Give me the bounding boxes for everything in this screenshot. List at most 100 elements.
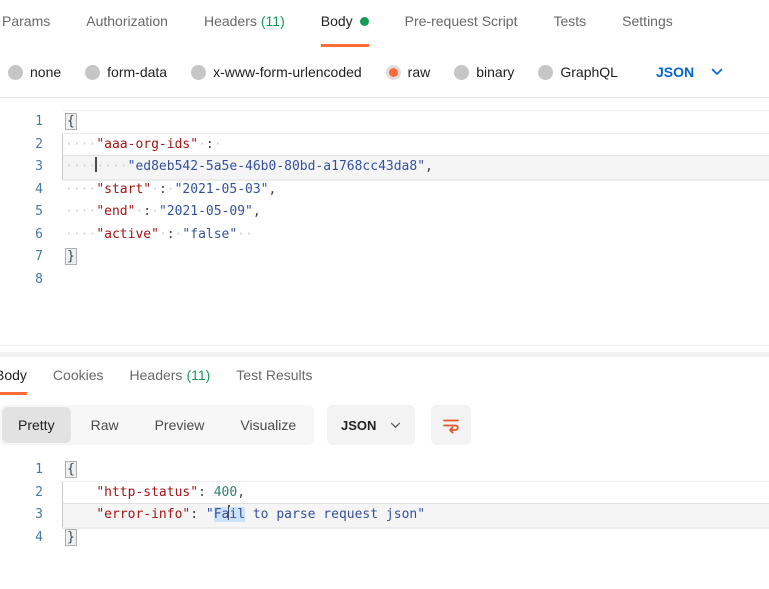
token-num: 400 — [213, 484, 238, 500]
token-ws: · — [198, 136, 206, 152]
code-line-4[interactable]: 4} — [0, 526, 769, 550]
tab-label: Body — [0, 367, 27, 383]
request-editor-bottom-border — [0, 345, 769, 346]
token-brace: } — [65, 528, 77, 546]
code-line-2[interactable]: 2 "http-status": 400, — [0, 481, 769, 504]
code-line-3[interactable]: 3 ········"ed8eb542-5a5e-46b0-80bd-a1768c… — [0, 156, 769, 179]
view-mode-pretty[interactable]: Pretty — [2, 407, 71, 443]
code-line-4[interactable]: 4 ····"start"·:·"2021-05-03", — [0, 178, 769, 202]
token-sp — [65, 485, 96, 500]
code-line-8[interactable]: 8 — [0, 268, 769, 291]
token-ws: · — [151, 181, 159, 197]
tab-label: Pre-request Script — [404, 13, 518, 29]
tab-label: Cookies — [52, 367, 104, 383]
code-content: ····"start"·:·"2021-05-03", — [62, 179, 769, 202]
view-mode-preview[interactable]: Preview — [139, 407, 221, 443]
view-mode-visualize[interactable]: Visualize — [224, 407, 312, 443]
line-number: 6 — [0, 223, 62, 246]
response-toolbar: Pretty Raw Preview Visualize JSON — [0, 405, 769, 445]
token-punct: : — [166, 226, 175, 242]
token-key: "active" — [96, 226, 159, 242]
radio-graphql[interactable]: GraphQL — [538, 64, 618, 80]
wrap-text-button[interactable] — [431, 405, 472, 445]
radio-binary[interactable]: binary — [454, 64, 514, 80]
tab-label: Body — [320, 13, 353, 29]
token-brace: } — [65, 248, 77, 265]
code-content: ····"active"·:·"false"·· — [62, 224, 769, 247]
view-mode-label: Visualize — [240, 417, 297, 433]
code-line-3[interactable]: 3 "error-info": "Fail to parse request j… — [0, 504, 769, 527]
code-line-7[interactable]: 7} — [0, 246, 769, 269]
line-number: 2 — [0, 133, 62, 156]
token-punct: , — [268, 181, 277, 197]
request-body-editor[interactable]: 1{2 ····"aaa-org-ids"·:· 3 ········"ed8eb54… — [0, 98, 769, 291]
token-punct: : — [143, 204, 152, 219]
token-ws: · — [213, 136, 222, 152]
code-content: "http-status": 400, — [62, 481, 769, 504]
headers-count: (11) — [260, 13, 285, 29]
code-line-1[interactable]: 1{ — [0, 111, 769, 134]
response-tab-headers[interactable]: Headers (11) — [130, 367, 211, 395]
token-str: " — [205, 507, 214, 522]
radio-circle — [85, 64, 101, 80]
token-punct: : — [198, 484, 206, 500]
response-tabs: Body Cookies Headers(11) Test Results — [0, 364, 769, 395]
tab-authorization[interactable]: Authorization — [86, 13, 168, 47]
token-ws: · — [151, 204, 159, 219]
token-ws: ···· — [65, 136, 97, 152]
code-line-6[interactable]: 6 ····"active"·:·"false"·· — [0, 223, 769, 247]
response-body-editor[interactable]: 1{2 "http-status": 400, 3 "error-info": "… — [0, 457, 769, 549]
line-number: 4 — [0, 526, 62, 549]
token-ws: ···· — [65, 226, 97, 242]
tab-params[interactable]: Params — [2, 13, 50, 47]
radio-raw[interactable]: raw — [385, 64, 430, 80]
line-number: 7 — [0, 246, 62, 269]
tab-label: Test Results — [236, 367, 313, 383]
radio-none[interactable]: none — [8, 64, 61, 80]
radio-circle — [538, 64, 554, 80]
line-number: 1 — [0, 459, 62, 482]
view-mode-group: Pretty Raw Preview Visualize — [0, 405, 315, 445]
body-type-selector: none form-data x-www-form-urlencoded raw… — [0, 47, 769, 98]
response-language-dropdown[interactable]: JSON — [327, 405, 416, 445]
token-punct: , — [425, 159, 433, 174]
tab-settings[interactable]: Settings — [622, 13, 673, 47]
token-sp — [206, 485, 214, 500]
token-key: "end" — [96, 204, 136, 219]
tab-tests[interactable]: Tests — [553, 13, 586, 47]
radio-circle-selected — [385, 64, 401, 80]
response-tab-test-results[interactable]: Test Results — [236, 367, 312, 395]
radio-selected-dot — [388, 67, 398, 77]
view-mode-raw[interactable]: Raw — [75, 407, 135, 443]
pane-resize-handle[interactable] — [0, 352, 769, 357]
tab-pre-request-script[interactable]: Pre-request Script — [405, 13, 518, 47]
token-ws: ···· — [65, 181, 97, 197]
response-tab-body[interactable]: Body — [0, 367, 27, 395]
code-content: } — [62, 246, 769, 269]
line-number: 3 — [0, 504, 62, 527]
code-content: } — [62, 527, 769, 550]
radio-label: x-www-form-urlencoded — [213, 64, 362, 80]
code-content: "error-info": "Fail to parse request jso… — [62, 504, 769, 527]
response-tab-cookies[interactable]: Cookies — [53, 367, 104, 395]
tab-headers[interactable]: Headers (11) — [204, 13, 285, 47]
token-ws: · — [158, 226, 167, 242]
token-sp — [198, 507, 206, 522]
chevron-down-icon — [711, 68, 723, 75]
body-filled-dot — [359, 17, 369, 26]
radio-form-data[interactable]: form-data — [85, 64, 167, 80]
view-mode-label: Preview — [154, 417, 205, 433]
raw-language-dropdown[interactable]: JSON — [656, 64, 723, 80]
code-line-2[interactable]: 2 ····"aaa-org-ids"·:· — [0, 133, 769, 156]
code-line-1[interactable]: 1{ — [0, 459, 769, 482]
radio-x-www-form-urlencoded[interactable]: x-www-form-urlencoded — [191, 64, 362, 80]
code-content: ····"end"·:·"2021-05-09", — [62, 201, 769, 224]
token-str: to parse request json" — [245, 507, 426, 522]
tab-body[interactable]: Body — [320, 13, 369, 47]
code-line-5[interactable]: 5 ····"end"·:·"2021-05-09", — [0, 201, 769, 224]
token-key: "aaa-org-ids" — [96, 136, 199, 152]
token-ws: ···· — [96, 159, 128, 174]
token-ws: · — [166, 181, 175, 197]
line-number: 4 — [0, 178, 62, 201]
tab-label: Params — [2, 13, 51, 29]
